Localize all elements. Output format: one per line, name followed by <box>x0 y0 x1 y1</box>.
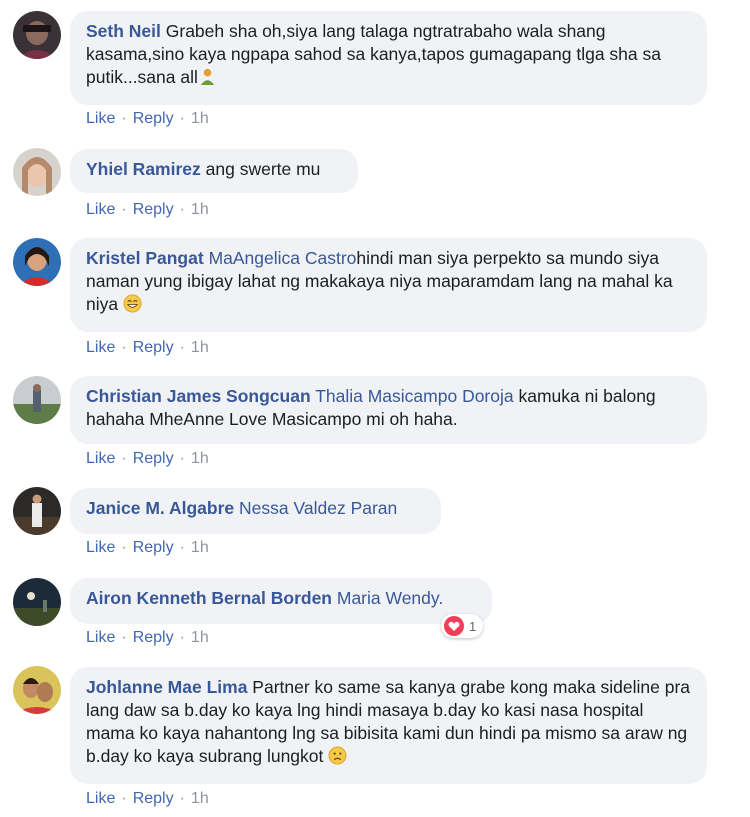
reply-link[interactable]: Reply <box>133 450 174 467</box>
comment-bubble: Seth Neil Grabeh sha oh,siya lang talaga… <box>70 11 707 105</box>
timestamp[interactable]: 1h <box>191 110 209 127</box>
timestamp[interactable]: 1h <box>191 629 209 646</box>
reply-link[interactable]: Reply <box>133 201 174 218</box>
avatar[interactable] <box>13 148 61 196</box>
comment-actions: Like · Reply · 1h <box>86 629 209 647</box>
separator: · <box>179 629 185 646</box>
separator: · <box>179 450 185 467</box>
grinning-smile-emoji-icon <box>123 294 142 313</box>
sad-face-emoji-icon <box>328 746 347 765</box>
comment-actions: Like · Reply · 1h <box>86 790 209 808</box>
reply-link[interactable]: Reply <box>133 790 174 807</box>
comment-text: ang swerte mu <box>200 159 321 179</box>
comment-author[interactable]: Seth Neil <box>86 21 161 41</box>
separator: · <box>179 539 185 556</box>
like-link[interactable]: Like <box>86 110 115 127</box>
reply-link[interactable]: Reply <box>133 629 174 646</box>
separator: · <box>179 790 185 807</box>
separator: · <box>121 790 127 807</box>
person-gesturing-icon <box>200 68 215 86</box>
timestamp[interactable]: 1h <box>191 539 209 556</box>
like-link[interactable]: Like <box>86 450 115 467</box>
separator: · <box>121 539 127 556</box>
avatar[interactable] <box>13 11 61 59</box>
comment-actions: Like · Reply · 1h <box>86 201 209 219</box>
separator: · <box>179 201 185 218</box>
comment-text: Grabeh sha oh,siya lang talaga ngtratrab… <box>86 21 661 87</box>
comment-author[interactable]: Janice M. Algabre <box>86 498 234 518</box>
comment-author[interactable]: Airon Kenneth Bernal Borden <box>86 588 332 608</box>
reply-link[interactable]: Reply <box>133 339 174 356</box>
separator: · <box>121 450 127 467</box>
avatar[interactable] <box>13 238 61 286</box>
like-link[interactable]: Like <box>86 539 115 556</box>
comment-bubble: Airon Kenneth Bernal Borden Maria Wendy. <box>70 578 492 624</box>
heart-icon <box>444 616 464 636</box>
mention-link[interactable]: MaAngelica Castro <box>209 248 357 268</box>
avatar[interactable] <box>13 578 61 626</box>
comment-author[interactable]: Yhiel Ramirez <box>86 159 201 179</box>
comment-actions: Like · Reply · 1h <box>86 539 209 557</box>
timestamp[interactable]: 1h <box>191 201 209 218</box>
timestamp[interactable]: 1h <box>191 450 209 467</box>
like-link[interactable]: Like <box>86 629 115 646</box>
separator: · <box>179 339 185 356</box>
timestamp[interactable]: 1h <box>191 339 209 356</box>
comment-actions: Like · Reply · 1h <box>86 339 209 357</box>
comment-author[interactable]: Johlanne Mae Lima <box>86 677 247 697</box>
avatar[interactable] <box>13 376 61 424</box>
comment-bubble: Christian James Songcuan Thalia Masicamp… <box>70 376 707 444</box>
comment-bubble: Janice M. Algabre Nessa Valdez Paran <box>70 488 441 534</box>
mention-link[interactable]: Nessa Valdez Paran <box>239 498 397 518</box>
like-link[interactable]: Like <box>86 339 115 356</box>
separator: · <box>121 110 127 127</box>
comment-actions: Like · Reply · 1h <box>86 110 209 128</box>
separator: · <box>121 201 127 218</box>
comment-bubble: Yhiel Ramirez ang swerte mu <box>70 149 358 193</box>
comment-bubble: Kristel Pangat MaAngelica Castrohindi ma… <box>70 238 707 332</box>
comment-bubble: Johlanne Mae Lima Partner ko same sa kan… <box>70 667 707 784</box>
like-link[interactable]: Like <box>86 790 115 807</box>
like-link[interactable]: Like <box>86 201 115 218</box>
reaction-count: 1 <box>469 618 477 634</box>
reply-link[interactable]: Reply <box>133 110 174 127</box>
reply-link[interactable]: Reply <box>133 539 174 556</box>
comment-author[interactable]: Christian James Songcuan <box>86 386 311 406</box>
avatar[interactable] <box>13 666 61 714</box>
comment-author[interactable]: Kristel Pangat <box>86 248 204 268</box>
separator: · <box>179 110 185 127</box>
reaction-badge[interactable]: 1 <box>441 614 484 638</box>
separator: · <box>121 629 127 646</box>
timestamp[interactable]: 1h <box>191 790 209 807</box>
comment-actions: Like · Reply · 1h <box>86 450 209 468</box>
avatar[interactable] <box>13 487 61 535</box>
mention-link[interactable]: Thalia Masicampo Doroja <box>315 386 513 406</box>
mention-link[interactable]: Maria Wendy. <box>337 588 443 608</box>
separator: · <box>121 339 127 356</box>
